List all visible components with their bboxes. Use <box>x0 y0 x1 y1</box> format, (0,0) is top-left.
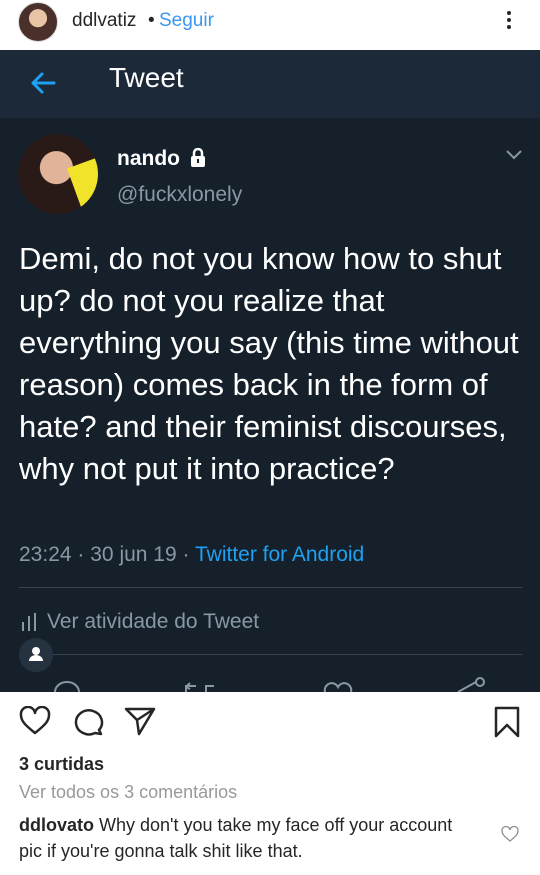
separator-dot: • <box>148 10 155 31</box>
tweet-text: Demi, do not you know how to shut up? do… <box>19 241 519 486</box>
author-avatar[interactable] <box>18 134 98 214</box>
poster-username[interactable]: ddlvatiz <box>72 10 136 32</box>
tweet-date: 30 jun 19 <box>90 543 177 566</box>
bookmark-icon[interactable] <box>493 706 521 738</box>
tweet-time: 23:24 <box>19 543 72 566</box>
retweet-icon <box>185 682 214 692</box>
more-icon[interactable] <box>498 8 520 36</box>
divider <box>19 587 522 588</box>
share-icon <box>457 677 486 692</box>
poster-avatar[interactable] <box>18 2 58 42</box>
comment-username[interactable]: ddlovato <box>19 815 94 835</box>
meta-dot: · <box>77 543 85 566</box>
comment: ddlovato Why don't you take my face off … <box>19 812 459 864</box>
author-handle[interactable]: @fuckxlonely <box>117 183 242 207</box>
follow-button[interactable]: Seguir <box>159 10 214 32</box>
divider <box>19 654 522 655</box>
tweet-source-link[interactable]: Twitter for Android <box>195 543 364 566</box>
tweet-screenshot: Tweet nando @fuckxlonely Demi, do not yo… <box>0 50 540 692</box>
share-icon[interactable] <box>124 706 156 736</box>
like-icon <box>323 682 353 692</box>
tweet-meta: 23:24 · 30 jun 19 · Twitter for Android <box>19 543 364 567</box>
author-name[interactable]: nando <box>117 147 180 171</box>
page-title: Tweet <box>109 62 184 93</box>
post-action-bar <box>0 700 540 744</box>
instagram-post-header: ddlvatiz • Seguir <box>0 0 540 46</box>
bar-chart-icon <box>22 613 36 631</box>
back-arrow-icon[interactable] <box>28 68 58 98</box>
tweet-action-icons <box>54 677 486 692</box>
heart-icon[interactable] <box>19 706 51 736</box>
tweet-topbar: Tweet <box>0 50 540 118</box>
tweet-activity-link[interactable]: Ver atividade do Tweet <box>47 610 259 634</box>
comment-icon[interactable] <box>72 706 104 736</box>
view-comments-link[interactable]: Ver todos os 3 comentários <box>19 782 237 803</box>
small-heart-icon[interactable] <box>501 826 519 842</box>
likes-count[interactable]: 3 curtidas <box>19 754 104 775</box>
reply-icon <box>54 681 80 692</box>
chevron-down-icon[interactable] <box>504 148 524 162</box>
people-icon[interactable] <box>19 638 53 672</box>
lock-icon <box>191 148 205 167</box>
meta-dot: · <box>182 543 190 566</box>
